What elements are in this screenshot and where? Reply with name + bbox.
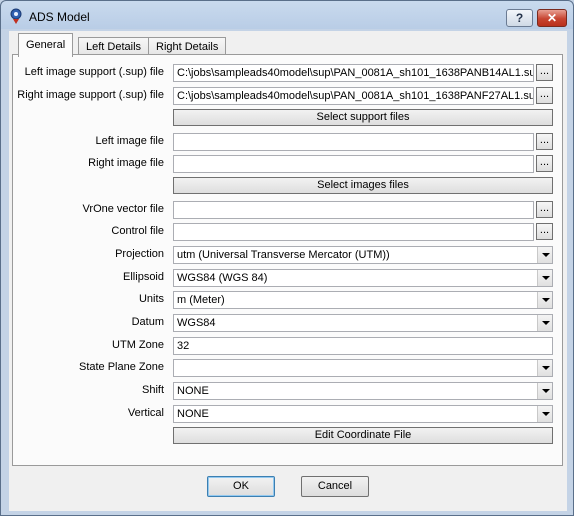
edit-coordinate-file-button[interactable]: Edit Coordinate File <box>173 427 553 444</box>
state-plane-label: State Plane Zone <box>78 361 164 373</box>
datum-select[interactable]: WGS84 <box>173 314 553 332</box>
control-file-field[interactable] <box>173 223 534 241</box>
close-button[interactable]: ✕ <box>537 9 567 27</box>
vertical-select[interactable]: NONE <box>173 405 553 423</box>
general-panel: Left image support (.sup) file C:\jobs\s… <box>12 54 563 466</box>
vrone-field[interactable] <box>173 201 534 219</box>
datum-value: WGS84 <box>177 317 216 329</box>
right-image-browse-button[interactable]: ... <box>536 155 553 172</box>
dialog-client: General Left Details Right Details Left … <box>9 31 567 511</box>
ellipsoid-select[interactable]: WGS84 (WGS 84) <box>173 269 553 287</box>
ellipsoid-value: WGS84 (WGS 84) <box>177 272 268 284</box>
left-support-label: Left image support (.sup) file <box>24 66 164 78</box>
projection-select[interactable]: utm (Universal Transverse Mercator (UTM)… <box>173 246 553 264</box>
ads-model-dialog: ADS Model ? ✕ General Left Details Right… <box>0 0 574 516</box>
units-value: m (Meter) <box>177 294 225 306</box>
vrone-browse-button[interactable]: ... <box>536 201 553 218</box>
chevron-down-icon[interactable] <box>537 315 552 331</box>
chevron-down-icon[interactable] <box>537 360 552 376</box>
left-support-browse-button[interactable]: ... <box>536 64 553 81</box>
left-image-browse-button[interactable]: ... <box>536 133 553 150</box>
projection-label: Projection <box>115 248 164 260</box>
control-file-label: Control file <box>111 225 164 237</box>
utm-zone-field[interactable]: 32 <box>173 337 553 355</box>
control-file-browse-button[interactable]: ... <box>536 223 553 240</box>
right-image-label: Right image file <box>88 157 164 169</box>
chevron-down-icon[interactable] <box>537 247 552 263</box>
shift-label: Shift <box>141 384 164 396</box>
ok-button[interactable]: OK <box>207 476 275 497</box>
cancel-button[interactable]: Cancel <box>301 476 369 497</box>
vertical-value: NONE <box>177 408 209 420</box>
shift-value: NONE <box>177 385 209 397</box>
chevron-down-icon[interactable] <box>537 406 552 422</box>
right-support-browse-button[interactable]: ... <box>536 87 553 104</box>
ellipsoid-label: Ellipsoid <box>123 271 164 283</box>
tab-general[interactable]: General <box>18 33 74 57</box>
units-label: Units <box>138 293 164 305</box>
left-support-field[interactable]: C:\jobs\sampleads40model\sup\PAN_0081A_s… <box>173 64 534 82</box>
projection-value: utm (Universal Transverse Mercator (UTM)… <box>177 249 390 261</box>
help-button[interactable]: ? <box>506 9 533 27</box>
chevron-down-icon[interactable] <box>537 270 552 286</box>
datum-label: Datum <box>131 316 164 328</box>
state-plane-select[interactable] <box>173 359 553 377</box>
left-image-field[interactable] <box>173 133 534 151</box>
right-support-field[interactable]: C:\jobs\sampleads40model\sup\PAN_0081A_s… <box>173 87 534 105</box>
right-image-field[interactable] <box>173 155 534 173</box>
chevron-down-icon[interactable] <box>537 383 552 399</box>
units-select[interactable]: m (Meter) <box>173 291 553 309</box>
title-bar[interactable]: ADS Model ? ✕ <box>1 1 573 31</box>
vrone-label: VrOne vector file <box>82 203 164 215</box>
vertical-label: Vertical <box>127 407 164 419</box>
select-support-files-button[interactable]: Select support files <box>173 109 553 126</box>
app-icon <box>10 8 22 24</box>
right-support-label: Right image support (.sup) file <box>17 89 164 101</box>
utm-zone-label: UTM Zone <box>112 339 164 351</box>
left-image-label: Left image file <box>95 135 164 147</box>
window-title: ADS Model <box>29 10 90 24</box>
chevron-down-icon[interactable] <box>537 292 552 308</box>
select-images-files-button[interactable]: Select images files <box>173 177 553 194</box>
shift-select[interactable]: NONE <box>173 382 553 400</box>
